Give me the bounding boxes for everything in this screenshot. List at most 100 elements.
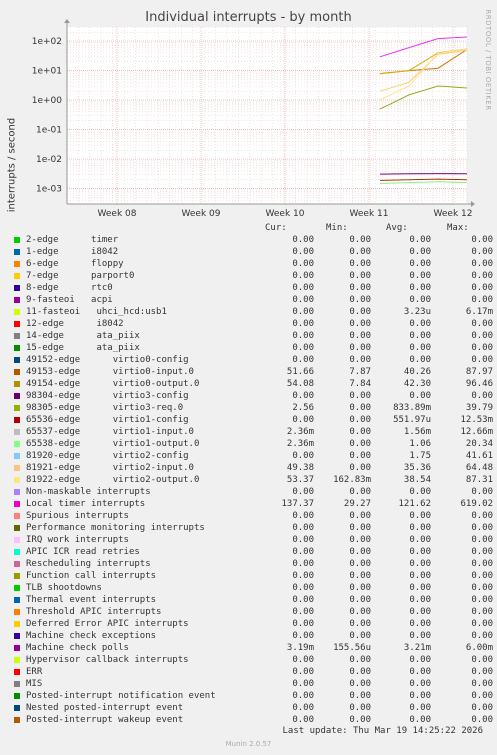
legend-cur-value: 0.00 bbox=[292, 259, 314, 269]
legend-max-value: 12.53m bbox=[460, 415, 493, 425]
legend-label: 1-edge i8042 bbox=[26, 247, 119, 257]
legend-row: IRQ work interrupts 0.00 0.00 0.00 0.00 bbox=[14, 534, 494, 546]
legend-min-value: 0.00 bbox=[349, 487, 371, 497]
y-tick-label: 1e+02 bbox=[32, 37, 62, 47]
legend-cur-value: 0.00 bbox=[292, 667, 314, 677]
legend-min-value: 0.00 bbox=[349, 235, 371, 245]
legend-label: 81921-edge virtio2-input.0 bbox=[26, 463, 194, 473]
legend-min-value: 0.00 bbox=[349, 391, 371, 401]
legend-min-value: 0.00 bbox=[349, 319, 371, 329]
legend-row: 65537-edge virtio1-input.0 2.36m 0.00 1.56m… bbox=[14, 426, 494, 438]
legend-label: 81920-edge virtio2-config bbox=[26, 451, 189, 461]
legend-min-value: 0.00 bbox=[349, 415, 371, 425]
legend-min-value: 0.00 bbox=[349, 343, 371, 353]
legend-max-value: 0.00 bbox=[471, 283, 493, 293]
legend-max-value: 0.00 bbox=[471, 703, 493, 713]
legend-avg-value: 0.00 bbox=[409, 235, 431, 245]
legend-avg-value: 40.26 bbox=[403, 367, 431, 377]
legend-avg-value: 3.23u bbox=[403, 307, 431, 317]
legend-label: 98304-edge virtio3-config bbox=[26, 391, 189, 401]
legend-max-value: 0.00 bbox=[471, 559, 493, 569]
legend-avg-value: 3.21m bbox=[403, 643, 431, 653]
legend-row: Non-maskable interrupts 0.00 0.00 0.00 0.00 bbox=[14, 486, 494, 498]
legend-min-value: 0.00 bbox=[349, 403, 371, 413]
legend-label: Hypervisor callback interrupts bbox=[26, 655, 189, 665]
legend-header-avg: Avg: bbox=[386, 223, 408, 233]
x-tick-label: Week 12 bbox=[434, 209, 473, 219]
chart-plot: 1e+02 1e+01 1e+00 1e-01 1e-02 1e-03 Week 08 Wee… bbox=[32, 19, 475, 219]
legend-cur-value: 0.00 bbox=[292, 235, 314, 245]
legend-row: 81920-edge virtio2-config 0.00 0.00 1.75 41.… bbox=[14, 450, 494, 462]
legend-cur-value: 0.00 bbox=[292, 571, 314, 581]
legend-max-value: 0.00 bbox=[471, 523, 493, 533]
legend-swatch bbox=[14, 501, 20, 507]
legend-label: 2-edge timer bbox=[26, 235, 119, 245]
legend-label: IRQ work interrupts bbox=[26, 535, 129, 545]
legend-max-value: 0.00 bbox=[471, 235, 493, 245]
legend-cur-value: 2.36m bbox=[286, 439, 314, 449]
legend-label: 49153-edge virtio0-input.0 bbox=[26, 367, 194, 377]
legend-cur-value: 0.00 bbox=[292, 295, 314, 305]
legend-max-value: 0.00 bbox=[471, 595, 493, 605]
legend-max-value: 0.00 bbox=[471, 535, 493, 545]
legend-avg-value: 0.00 bbox=[409, 511, 431, 521]
legend-cur-value: 0.00 bbox=[292, 511, 314, 521]
legend-swatch bbox=[14, 249, 20, 255]
legend-swatch bbox=[14, 705, 20, 711]
legend-row: 49154-edge virtio0-output.0 54.08 7.84 42.3… bbox=[14, 378, 494, 390]
legend-max-value: 0.00 bbox=[471, 355, 493, 365]
legend-label: Local timer interrupts bbox=[26, 499, 146, 509]
legend-row: Posted-interrupt wakeup event 0.00 0.00 0.0… bbox=[14, 714, 494, 726]
legend-min-value: 0.00 bbox=[349, 559, 371, 569]
legend-swatch bbox=[14, 321, 20, 327]
legend-max-value: 6.17m bbox=[465, 307, 493, 317]
legend-cur-value: 0.00 bbox=[292, 703, 314, 713]
legend-label: Deferred Error APIC interrupts bbox=[26, 619, 189, 629]
legend-avg-value: 121.62 bbox=[398, 499, 431, 509]
legend-avg-value: 0.00 bbox=[409, 247, 431, 257]
legend-label: 12-edge i8042 bbox=[26, 319, 124, 329]
legend-label: Non-maskable interrupts bbox=[26, 487, 151, 497]
legend-row: 65538-edge virtio1-output.0 2.36m 0.00 1.06… bbox=[14, 438, 494, 450]
legend-cur-value: 0.00 bbox=[292, 415, 314, 425]
legend-avg-value: 0.00 bbox=[409, 295, 431, 305]
legend-avg-value: 0.00 bbox=[409, 391, 431, 401]
legend-max-value: 0.00 bbox=[471, 667, 493, 677]
legend-avg-value: 0.00 bbox=[409, 703, 431, 713]
legend-max-value: 0.00 bbox=[471, 319, 493, 329]
legend-row: Threshold APIC interrupts 0.00 0.00 0.00 0.0… bbox=[14, 606, 494, 618]
legend-swatch bbox=[14, 513, 20, 519]
legend-max-value: 20.34 bbox=[465, 439, 493, 449]
legend-avg-value: 38.54 bbox=[403, 475, 431, 485]
legend-row: 7-edge parport0 0.00 0.00 0.00 0.00 bbox=[14, 270, 494, 282]
legend-cur-value: 54.08 bbox=[286, 379, 314, 389]
legend-min-value: 0.00 bbox=[349, 439, 371, 449]
legend-header-min: Min: bbox=[326, 223, 348, 233]
legend-min-value: 7.87 bbox=[349, 367, 371, 377]
legend-row: APIC ICR read retries 0.00 0.00 0.00 0.00 bbox=[14, 546, 494, 558]
legend-label: 11-fasteoi uhci_hcd:usb1 bbox=[26, 307, 167, 317]
legend-cur-value: 0.00 bbox=[292, 655, 314, 665]
legend-swatch bbox=[14, 405, 20, 411]
legend-avg-value: 1.06 bbox=[409, 439, 431, 449]
legend-cur-value: 0.00 bbox=[292, 691, 314, 701]
legend-max-value: 87.31 bbox=[465, 475, 493, 485]
y-tick-label: 1e+01 bbox=[32, 67, 62, 77]
legend-min-value: 0.00 bbox=[349, 247, 371, 257]
x-axis-arrow bbox=[471, 201, 475, 207]
legend-swatch bbox=[14, 621, 20, 627]
legend-swatch bbox=[14, 309, 20, 315]
legend-max-value: 0.00 bbox=[471, 679, 493, 689]
legend-avg-value: 0.00 bbox=[409, 595, 431, 605]
legend-min-value: 0.00 bbox=[349, 655, 371, 665]
legend-max-value: 0.00 bbox=[471, 331, 493, 341]
legend-row: Function call interrupts 0.00 0.00 0.00 0.00 bbox=[14, 570, 494, 582]
legend-row: Machine check polls 3.19m 155.56u 3.21m 6.00… bbox=[14, 642, 494, 654]
legend-avg-value: 551.97u bbox=[393, 415, 431, 425]
legend-cur-value: 0.00 bbox=[292, 631, 314, 641]
legend-min-value: 0.00 bbox=[349, 571, 371, 581]
legend-cur-value: 2.36m bbox=[286, 427, 314, 437]
legend-avg-value: 0.00 bbox=[409, 535, 431, 545]
legend-cur-value: 0.00 bbox=[292, 595, 314, 605]
legend-swatch bbox=[14, 681, 20, 687]
